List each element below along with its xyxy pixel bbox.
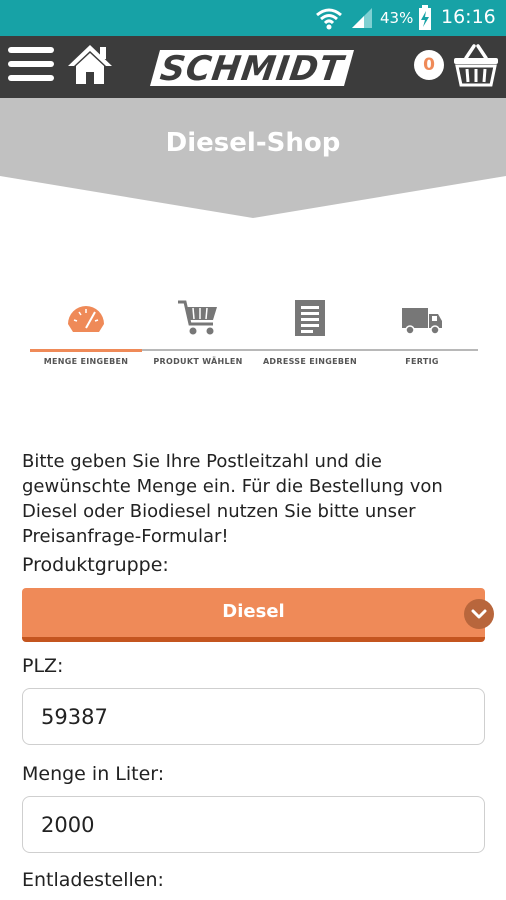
gauge-icon bbox=[30, 298, 142, 348]
plz-label: PLZ: bbox=[22, 655, 64, 677]
clock-time: 16:16 bbox=[441, 6, 496, 28]
schmidt-logo[interactable]: SCHMIDT bbox=[150, 48, 354, 89]
battery-percent: 43% bbox=[380, 9, 414, 27]
product-group-select[interactable]: Diesel bbox=[22, 588, 494, 642]
quantity-label: Menge in Liter: bbox=[22, 763, 165, 785]
chevron-down-icon bbox=[464, 599, 494, 629]
truck-icon bbox=[366, 298, 478, 348]
order-steps: MENGE EINGEBEN PRODUKT WÄHLEN ADRESSE EI… bbox=[30, 298, 478, 378]
product-group-label: Produktgruppe: bbox=[22, 554, 169, 576]
document-icon bbox=[254, 298, 366, 348]
plz-input[interactable] bbox=[41, 701, 461, 733]
signal-icon bbox=[350, 6, 374, 34]
status-bar: 43% 16:16 bbox=[0, 0, 506, 36]
step-adresse-eingeben[interactable]: ADRESSE EINGEBEN bbox=[254, 298, 366, 378]
shopping-basket-icon[interactable] bbox=[452, 42, 500, 92]
intro-text: Bitte geben Sie Ihre Postleitzahl und di… bbox=[22, 451, 443, 547]
page-title: Diesel-Shop bbox=[165, 128, 341, 158]
wifi-icon bbox=[314, 5, 344, 35]
step-label: MENGE EINGEBEN bbox=[43, 357, 129, 366]
battery-charging-icon bbox=[418, 5, 432, 35]
title-banner: Diesel-Shop bbox=[0, 98, 506, 220]
step-menge-eingeben[interactable]: MENGE EINGEBEN bbox=[30, 298, 142, 378]
quantity-input[interactable] bbox=[41, 809, 461, 841]
cart-count-badge[interactable]: 0 bbox=[414, 50, 444, 80]
unloading-points-label: Entladestellen: bbox=[22, 869, 164, 891]
step-fertig[interactable]: FERTIG bbox=[366, 298, 478, 378]
step-label: FERTIG bbox=[405, 357, 439, 366]
plz-field[interactable] bbox=[22, 688, 485, 745]
step-label: PRODUKT WÄHLEN bbox=[153, 357, 243, 366]
logo-text: SCHMIDT bbox=[157, 49, 347, 89]
step-produkt-waehlen[interactable]: PRODUKT WÄHLEN bbox=[142, 298, 254, 378]
step-label: ADRESSE EINGEBEN bbox=[262, 357, 358, 366]
quantity-field[interactable] bbox=[22, 796, 485, 853]
menu-icon[interactable] bbox=[8, 47, 54, 87]
cart-icon bbox=[142, 298, 254, 348]
app-bar: SCHMIDT 0 bbox=[0, 36, 506, 98]
home-icon[interactable] bbox=[66, 42, 114, 92]
product-group-value: Diesel bbox=[222, 601, 285, 622]
